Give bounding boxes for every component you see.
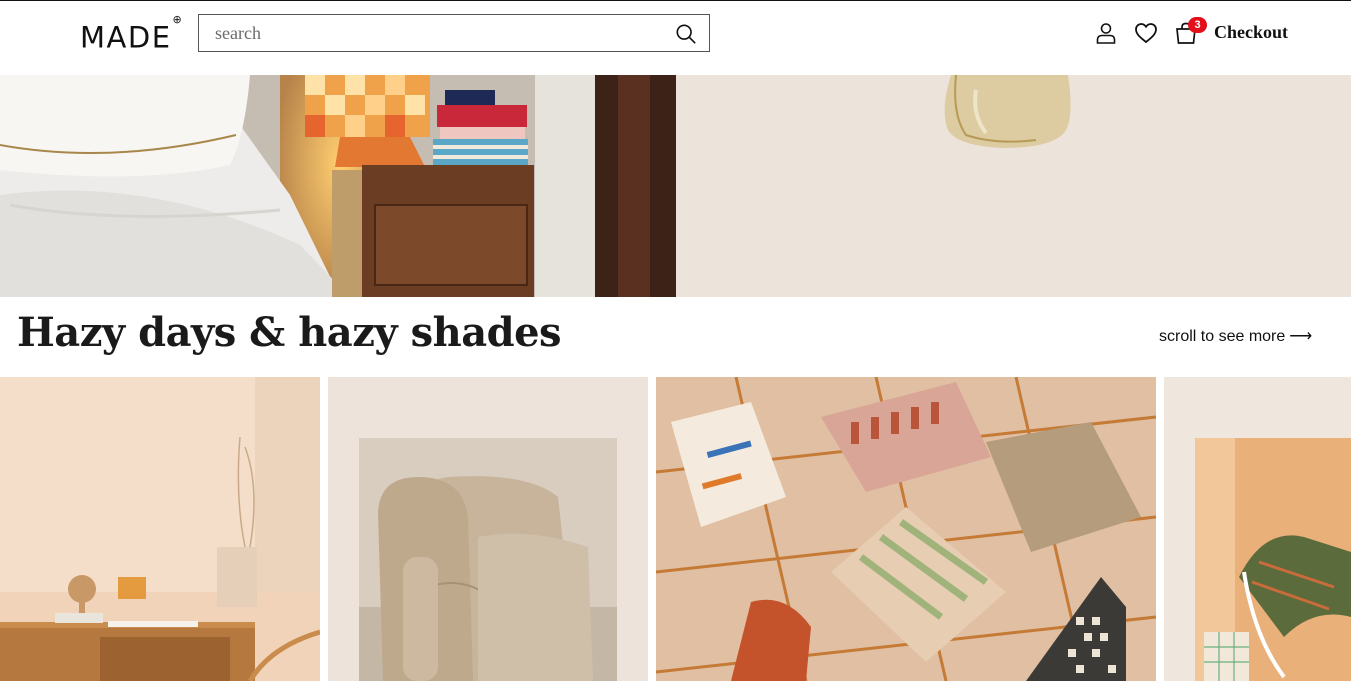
- hero-banner: [0, 75, 1351, 297]
- scroll-label: scroll to see more: [1159, 328, 1286, 345]
- tile-cushions[interactable]: [656, 377, 1156, 681]
- arrow-right-icon: ⟶: [1289, 328, 1313, 345]
- site-header: MADE⊕ 3 Checkout: [0, 0, 1351, 75]
- bedroom-photo[interactable]: [0, 75, 676, 297]
- logo-text: MADE: [80, 20, 172, 55]
- woven-chair-illustration: [1164, 377, 1351, 681]
- cushions-illustration: [656, 377, 1156, 681]
- scroll-to-see-more-link[interactable]: scroll to see more ⟶: [1159, 327, 1312, 347]
- tile-armchair[interactable]: [328, 377, 648, 681]
- search-input[interactable]: [199, 15, 709, 51]
- tile-sideboard[interactable]: [0, 377, 320, 681]
- vase-illustration: [676, 75, 1351, 297]
- logo-mark: ⊕: [172, 13, 184, 26]
- user-icon[interactable]: [1094, 21, 1118, 45]
- heart-icon[interactable]: [1134, 21, 1158, 45]
- armchair-illustration: [328, 377, 648, 681]
- cart-count-badge: 3: [1188, 17, 1207, 33]
- checkout-link[interactable]: Checkout: [1214, 22, 1288, 43]
- sideboard-illustration: [0, 377, 320, 681]
- bedroom-illustration: [0, 75, 676, 297]
- tile-woven-chair[interactable]: [1164, 377, 1351, 681]
- vase-photo[interactable]: [676, 75, 1351, 297]
- section-title: Hazy days & hazy shades: [17, 309, 562, 356]
- search-icon[interactable]: [675, 23, 697, 45]
- search-bar: [198, 14, 710, 52]
- made-logo[interactable]: MADE⊕: [80, 13, 182, 55]
